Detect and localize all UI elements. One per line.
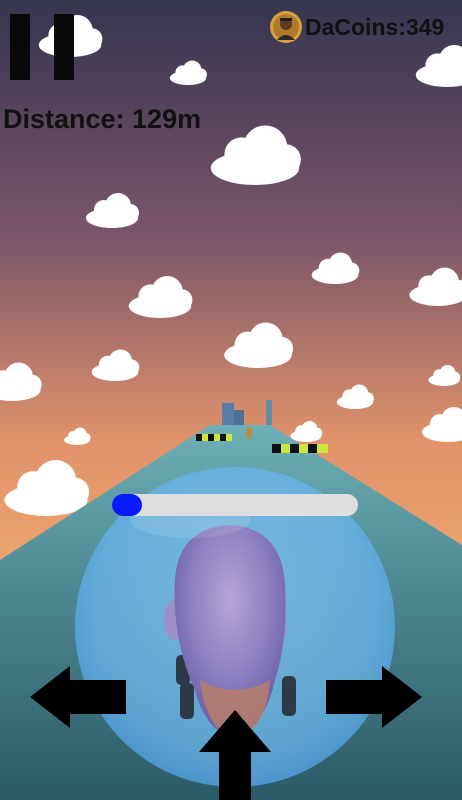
- left-arrow-icon[interactable]: [30, 666, 126, 728]
- progress-bar: [112, 494, 358, 516]
- pause-icon: [10, 14, 76, 80]
- barrier-right: [272, 444, 328, 453]
- pause-button[interactable]: [10, 14, 76, 80]
- up-arrow-icon[interactable]: [199, 710, 271, 800]
- distance-counter: Distance: 129m: [3, 104, 202, 134]
- progress-fill: [112, 494, 142, 516]
- right-arrow-icon[interactable]: [326, 666, 422, 728]
- barrier-left: [196, 434, 232, 441]
- coin-avatar-icon: [270, 11, 302, 43]
- coins-counter: DaCoins:349: [305, 14, 445, 40]
